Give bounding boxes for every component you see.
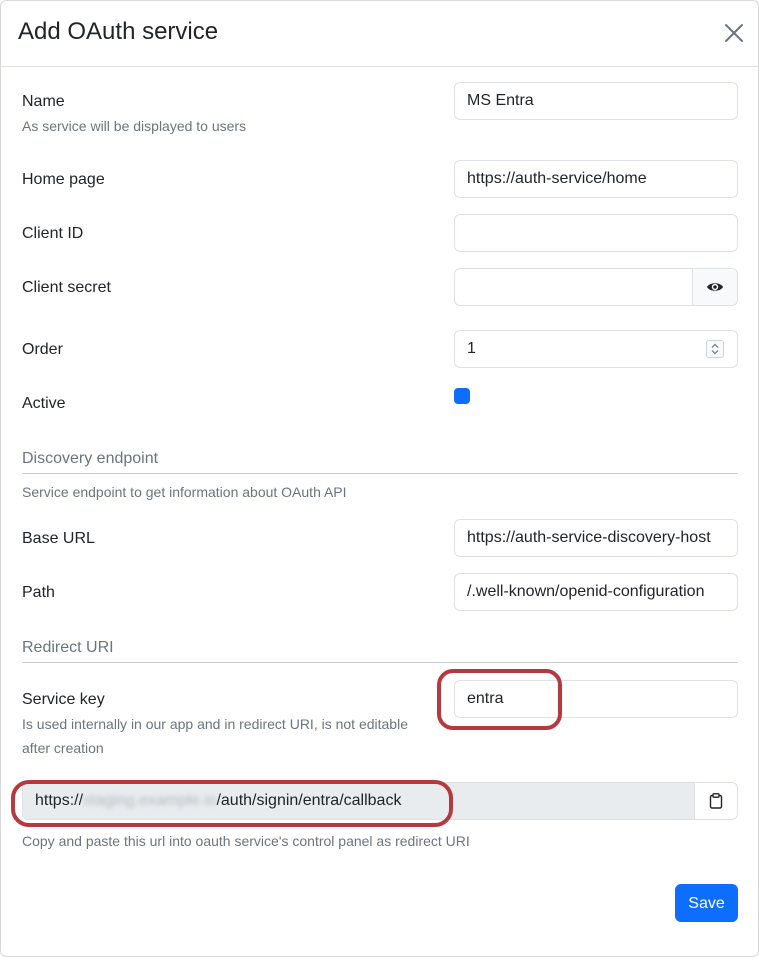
active-checkbox[interactable] xyxy=(454,388,470,404)
close-icon xyxy=(725,24,743,42)
close-button[interactable] xyxy=(720,19,748,47)
toggle-secret-visibility-button[interactable] xyxy=(692,268,738,306)
name-label: Name xyxy=(22,93,65,110)
base-url-input[interactable]: https://auth-service-discovery-host xyxy=(454,519,738,557)
client-id-label: Client ID xyxy=(22,225,84,242)
service-key-help-line1: Is used internally in our app and in red… xyxy=(22,716,408,732)
order-label: Order xyxy=(22,341,63,358)
discovery-section-title: Discovery endpoint xyxy=(22,450,159,467)
add-oauth-service-dialog: Add OAuth service Name As service will b… xyxy=(0,0,759,957)
home-page-input[interactable]: https://auth-service/home xyxy=(454,160,738,198)
redirect-uri-prefix: https:// xyxy=(35,792,84,809)
stepper-arrows-icon xyxy=(711,343,719,355)
client-secret-input[interactable] xyxy=(454,268,693,306)
order-stepper[interactable] xyxy=(706,340,724,358)
discovery-divider xyxy=(22,473,738,474)
redirect-section-title: Redirect URI xyxy=(22,639,114,656)
redirect-uri-suffix: /auth/signin/entra/callback xyxy=(216,792,402,809)
order-input[interactable]: 1 xyxy=(454,330,738,368)
service-key-label: Service key xyxy=(22,691,105,708)
service-key-help-line2: after creation xyxy=(22,740,104,756)
eye-icon xyxy=(707,283,723,291)
redirect-uri-help: Copy and paste this url into oauth servi… xyxy=(22,833,470,849)
active-label: Active xyxy=(22,395,66,412)
home-page-label: Home page xyxy=(22,171,105,188)
name-input[interactable]: MS Entra xyxy=(454,82,738,120)
discovery-help: Service endpoint to get information abou… xyxy=(22,484,347,500)
redirect-uri-host-obscured: staging.example.io xyxy=(83,792,217,809)
path-input[interactable]: /.well-known/openid-configuration xyxy=(454,573,738,611)
dialog-header: Add OAuth service xyxy=(1,1,758,67)
copy-redirect-uri-button[interactable] xyxy=(694,782,738,820)
base-url-label: Base URL xyxy=(22,530,95,547)
name-help: As service will be displayed to users xyxy=(22,118,247,134)
service-key-input[interactable]: entra xyxy=(454,680,738,718)
client-id-input[interactable] xyxy=(454,214,738,252)
dialog-title: Add OAuth service xyxy=(18,18,219,45)
redirect-divider xyxy=(22,662,738,663)
path-label: Path xyxy=(22,584,55,601)
save-button[interactable]: Save xyxy=(675,884,738,922)
redirect-uri-field[interactable]: https://staging.example.io/auth/signin/e… xyxy=(22,782,695,820)
client-secret-label: Client secret xyxy=(22,279,111,296)
clipboard-icon xyxy=(709,793,723,809)
